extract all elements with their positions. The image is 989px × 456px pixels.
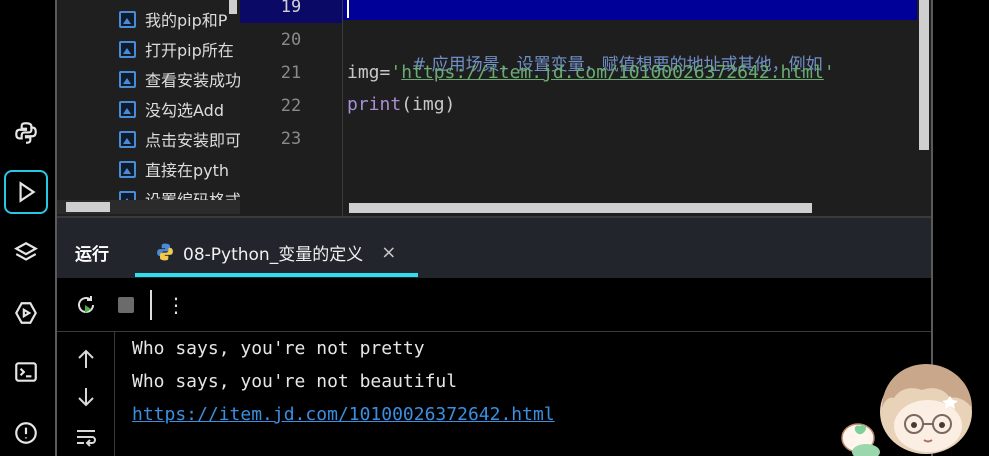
arrow-up-icon [78,349,94,368]
console-output-link[interactable]: https://item.jd.com/10100026372642.html [132,404,555,425]
line-number: 19 [240,0,342,23]
console-output-line: Who says, you're not pretty [132,338,425,359]
problems-icon [15,422,37,444]
arrow-down-icon [78,388,94,407]
code-builtin: print [347,94,402,115]
soft-wrap-button[interactable] [73,424,99,450]
editor-vertical-scrollbar[interactable] [919,0,929,150]
services-icon [15,302,37,324]
code-quote: ' [823,62,835,83]
console-output[interactable]: Who says, you're not pretty Who says, yo… [115,332,931,456]
more-options-button[interactable]: ⋮ [163,292,189,318]
more-vertical-icon: ⋮ [166,293,186,317]
project-file-tree: 我的pip和P 打开pip所在 查看安装成功 没勾选Add 点击安装即可 直接在… [57,0,240,216]
toolbar-separator [150,290,152,320]
image-file-icon [119,70,136,88]
tree-item-label: 我的pip和P [145,11,228,30]
python-console-button[interactable] [4,111,48,155]
line-number: 23 [280,128,302,149]
image-file-icon [119,130,136,148]
tree-item[interactable]: 查看安装成功 [119,67,240,91]
tree-item-label: 打开pip所在 [145,41,234,60]
run-tool-window-header: 运行 08-Python_变量的定义 × [57,216,931,278]
tree-item-label: 直接在pyth [145,161,230,180]
run-toolbar: ⋮ [57,278,931,332]
close-icon[interactable]: × [381,242,396,263]
code-line-21: img='https://item.jd.com/10100026372642.… [347,62,835,83]
code-string-url[interactable]: https://item.jd.com/10100026372642.html [401,62,824,83]
image-file-icon [119,10,136,28]
stop-button[interactable] [113,292,139,318]
run-button[interactable] [4,170,48,214]
scroll-down-button[interactable] [73,384,99,410]
tree-item-label: 没勾选Add [145,101,224,120]
code-quote: ' [390,62,402,83]
problems-button[interactable] [4,411,48,455]
console-output-line: Who says, you're not beautiful [132,371,458,392]
run-config-tab[interactable]: 08-Python_变量的定义 × [135,230,410,274]
layers-icon [14,242,38,261]
active-tab-indicator [135,273,418,277]
activity-bar [0,0,52,456]
tree-horizontal-scrollbar[interactable] [66,202,110,212]
tree-item[interactable]: 点击安装即可 [119,127,240,151]
rerun-icon [78,296,94,313]
python-file-icon [157,243,173,261]
mascot-sticker-image [841,364,972,456]
run-icon [19,181,36,203]
code-args: (img) [401,94,456,115]
layers-button[interactable] [4,231,48,275]
soft-wrap-icon [77,430,96,447]
text-caret [347,0,349,18]
tree-item-label: 点击安装即可 [145,131,240,150]
stop-icon [118,297,134,313]
line-number: 21 [280,62,302,83]
terminal-icon [15,362,37,382]
run-panel-title: 运行 [75,245,109,265]
console-side-toolbar [57,332,115,456]
tree-item[interactable]: 我的pip和P [119,7,227,31]
run-tab-label: 08-Python_变量的定义 [183,244,364,265]
editor-horizontal-scrollbar[interactable] [349,203,812,213]
terminal-button[interactable] [4,350,48,394]
tree-item[interactable]: 打开pip所在 [119,37,234,61]
tree-vertical-scrollbar[interactable] [229,0,237,14]
current-line-highlight [343,0,917,20]
code-editor[interactable]: # 应用场景，设置变量，赋值想要的地址或其他，例如 img='https://i… [342,0,932,216]
python-icon [15,122,37,144]
image-file-icon [119,40,136,58]
image-file-icon [119,100,136,118]
line-number: 22 [280,95,302,116]
ide-window: 我的pip和P 打开pip所在 查看安装成功 没勾选Add 点击安装即可 直接在… [0,0,989,456]
scroll-up-button[interactable] [73,346,99,372]
line-number: 20 [280,29,302,50]
tree-item[interactable]: 直接在pyth [119,157,229,181]
code-variable: img= [347,62,391,83]
image-file-icon [119,160,136,178]
tree-item[interactable]: 没勾选Add [119,97,224,121]
code-line-22: print(img) [347,94,455,115]
line-number-gutter: 19 20 21 22 23 [240,0,342,216]
tree-item-label: 查看安装成功 [145,71,240,90]
services-button[interactable] [4,291,48,335]
rerun-button[interactable] [73,292,99,318]
